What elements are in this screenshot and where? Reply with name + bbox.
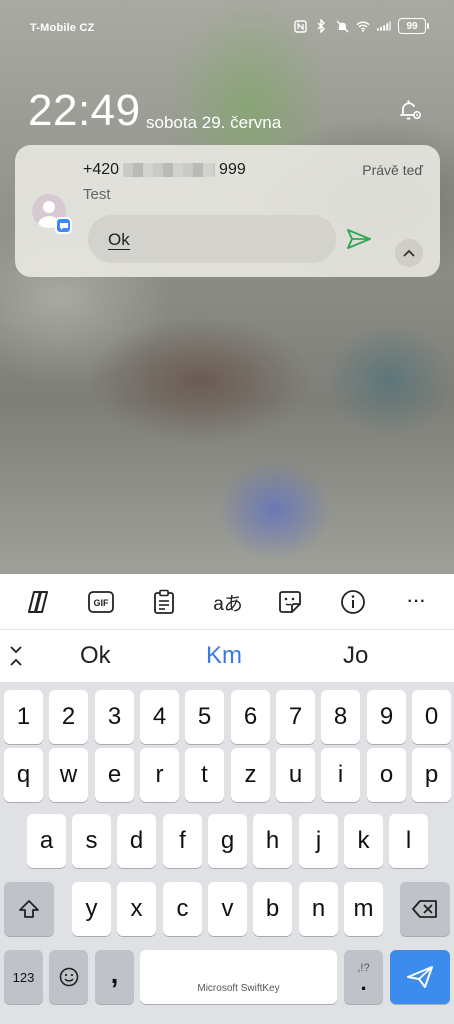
key-8[interactable]: 8 [321,690,360,744]
emoji-key[interactable] [49,950,88,1004]
battery-icon: 99 [398,18,429,34]
comma-key[interactable]: , [95,950,134,1004]
period-key[interactable]: ,!? . [344,950,383,1004]
key-z[interactable]: z [231,748,270,802]
translate-icon[interactable]: aあ [212,588,244,616]
key-p[interactable]: p [412,748,451,802]
signal-icon [377,19,391,33]
suggestion-3[interactable]: Jo [343,642,368,670]
sender-suffix: 999 [219,161,246,178]
key-j[interactable]: j [299,814,338,868]
key-q[interactable]: q [4,748,43,802]
status-icons: 99 [293,18,429,34]
gif-label: GIF [94,598,110,608]
shift-icon [19,900,39,918]
key-4[interactable]: 4 [140,690,179,744]
sticker-icon[interactable] [276,588,304,616]
key-y[interactable]: y [72,882,111,936]
key-t[interactable]: t [185,748,224,802]
info-icon[interactable] [339,588,367,616]
gif-icon[interactable]: GIF [87,588,115,616]
quick-reply-text: Ok [108,230,130,250]
send-key[interactable] [390,950,450,1004]
status-bar: T-Mobile CZ 99 [0,0,454,56]
key-n[interactable]: n [299,882,338,936]
key-v[interactable]: v [208,882,247,936]
key-d[interactable]: d [117,814,156,868]
send-reply-icon[interactable] [345,227,373,251]
numbers-key-label: 123 [12,969,35,985]
bluetooth-icon [314,19,328,33]
sender-redacted-block [123,163,216,177]
key-o[interactable]: o [367,748,406,802]
period-key-label: . [360,970,367,995]
key-e[interactable]: e [95,748,134,802]
key-w[interactable]: w [49,748,88,802]
suggestion-2[interactable]: Km [206,642,242,670]
message-notification[interactable]: +420 999 Právě teď Test Ok [15,145,440,277]
carrier-name: T-Mobile CZ [30,22,95,34]
wifi-icon [356,19,370,33]
send-icon [407,966,433,988]
backspace-icon [412,900,437,918]
key-f[interactable]: f [163,814,202,868]
clipboard-icon[interactable] [150,588,178,616]
keyboard-toolbar: GIF aあ ··· [0,574,454,630]
key-2[interactable]: 2 [49,690,88,744]
key-x[interactable]: x [117,882,156,936]
notification-sender: +420 999 [83,161,246,179]
key-1[interactable]: 1 [4,690,43,744]
notification-time: Právě teď [362,162,423,178]
keyboard-keys: 1 2 3 4 5 6 7 8 9 0 q w e r t z u i o p … [0,682,454,1024]
key-h[interactable]: h [253,814,292,868]
suggestion-1[interactable]: Ok [80,642,111,670]
more-icon[interactable]: ··· [403,588,431,616]
key-a[interactable]: a [27,814,66,868]
key-g[interactable]: g [208,814,247,868]
notification-settings-bell-icon[interactable] [396,96,424,124]
space-key[interactable]: Microsoft SwiftKey [140,950,337,1004]
nfc-icon [293,19,307,33]
collapse-notification-chevron-up-icon[interactable] [395,239,423,267]
key-0[interactable]: 0 [412,690,451,744]
key-i[interactable]: i [321,748,360,802]
mute-icon [335,19,349,33]
suggestion-strip: Ok Km Jo [0,630,454,682]
emoji-icon [59,967,78,987]
shift-key[interactable] [4,882,54,936]
key-r[interactable]: r [140,748,179,802]
numbers-key[interactable]: 123 [4,950,43,1004]
collapse-keyboard-icon[interactable] [8,644,26,668]
lock-screen-time: 22:49 [28,86,141,135]
key-s[interactable]: s [72,814,111,868]
messages-app-icon [55,217,72,234]
key-7[interactable]: 7 [276,690,315,744]
key-9[interactable]: 9 [367,690,406,744]
lock-screen-date: sobota 29. června [146,113,282,132]
notification-message: Test [83,186,111,203]
backspace-key[interactable] [400,882,450,936]
key-5[interactable]: 5 [185,690,224,744]
sender-prefix: +420 [83,161,120,178]
key-u[interactable]: u [276,748,315,802]
quick-reply-input[interactable]: Ok [88,215,336,263]
key-l[interactable]: l [389,814,428,868]
key-6[interactable]: 6 [231,690,270,744]
space-key-label: Microsoft SwiftKey [197,983,280,994]
key-3[interactable]: 3 [95,690,134,744]
key-k[interactable]: k [344,814,383,868]
copilot-icon[interactable] [24,588,52,616]
key-m[interactable]: m [344,882,383,936]
key-c[interactable]: c [163,882,202,936]
key-b[interactable]: b [253,882,292,936]
